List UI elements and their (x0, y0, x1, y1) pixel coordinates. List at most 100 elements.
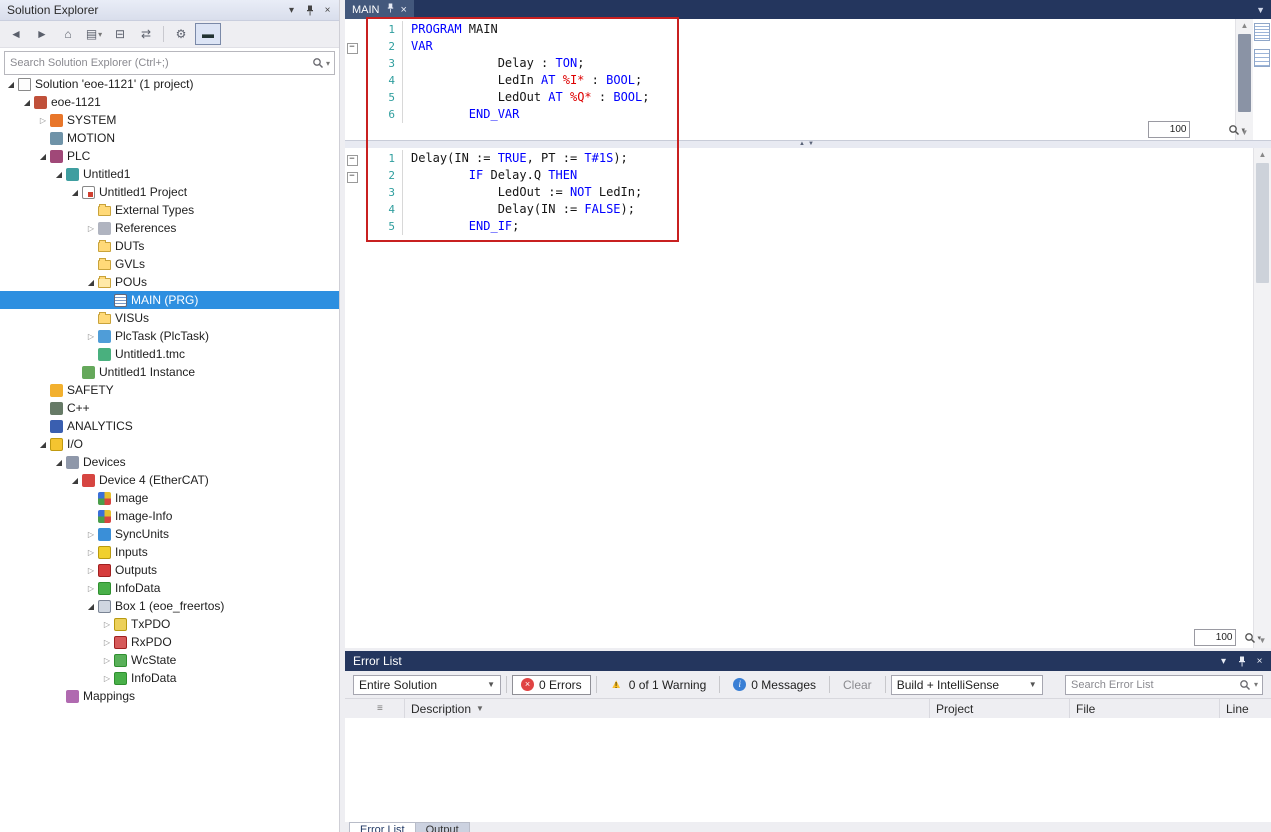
tree-item-rxpdo[interactable]: ▷RxPDO (0, 633, 339, 651)
code-line[interactable]: −2 IF Delay.Q THEN (345, 167, 1251, 184)
code-line[interactable]: 5 LedOut AT %Q* : BOOL; (345, 89, 1251, 106)
expand-arrow-icon[interactable]: ▷ (84, 548, 98, 557)
expand-arrow-icon[interactable]: ▷ (84, 566, 98, 575)
tree-item-infodata[interactable]: ▷InfoData (0, 579, 339, 597)
tree-item-txpdo[interactable]: ▷TxPDO (0, 615, 339, 633)
scroll-thumb[interactable] (1238, 34, 1251, 112)
bottom-tab-output[interactable]: Output (416, 822, 470, 832)
home-icon[interactable]: ⌂ (56, 24, 80, 44)
search-icon[interactable] (1236, 679, 1254, 691)
errors-toggle[interactable]: × 0 Errors (512, 675, 591, 695)
expand-arrow-icon[interactable]: ▷ (84, 224, 98, 233)
error-search-input[interactable] (1066, 679, 1236, 691)
zoom-level-field[interactable]: 100 (1148, 121, 1190, 138)
code-line[interactable]: 4 Delay(IN := FALSE); (345, 201, 1251, 218)
tree-item-image[interactable]: Image (0, 489, 339, 507)
tree-item-c[interactable]: C++ (0, 399, 339, 417)
tree-item-syncunits[interactable]: ▷SyncUnits (0, 525, 339, 543)
tree-item-duts[interactable]: DUTs (0, 237, 339, 255)
scope-combo[interactable]: Entire Solution▼ (353, 675, 501, 695)
search-options-chevron-icon[interactable]: ▾ (1254, 680, 1262, 689)
collapse-all-icon[interactable]: ⊟ (108, 24, 132, 44)
scroll-up-icon[interactable]: ▲ (1254, 148, 1271, 162)
tree-item-external-types[interactable]: External Types (0, 201, 339, 219)
tree-item-plctask-plctask[interactable]: ▷PlcTask (PlcTask) (0, 327, 339, 345)
tree-item-mappings[interactable]: Mappings (0, 687, 339, 705)
tree-item-devices[interactable]: ◢Devices (0, 453, 339, 471)
code-line[interactable]: 3 Delay : TON; (345, 55, 1251, 72)
filter-combo[interactable]: Build + IntelliSense▼ (891, 675, 1043, 695)
close-icon[interactable]: × (401, 4, 407, 16)
column-project[interactable]: Project (930, 699, 1070, 718)
collapse-arrow-icon[interactable]: ◢ (84, 278, 98, 287)
collapse-arrow-icon[interactable]: ◢ (4, 80, 18, 89)
implementation-code[interactable]: −1Delay(IN := TRUE, PT := T#1S);−2 IF De… (345, 150, 1251, 648)
show-all-files-icon[interactable]: ▤▾ (82, 24, 106, 44)
tree-item-solution-eoe-1121-1-project[interactable]: ◢Solution 'eoe-1121' (1 project) (0, 75, 339, 93)
collapse-arrow-icon[interactable]: ◢ (84, 602, 98, 611)
declaration-editor[interactable]: 1PROGRAM MAIN−2VAR3 Delay : TON;4 LedIn … (345, 19, 1271, 141)
close-icon[interactable]: × (1252, 654, 1267, 669)
tree-item-wcstate[interactable]: ▷WcState (0, 651, 339, 669)
back-icon[interactable]: ◄ (4, 24, 28, 44)
collapse-arrow-icon[interactable]: ◢ (20, 98, 34, 107)
code-line[interactable]: 1PROGRAM MAIN (345, 21, 1251, 38)
tree-item-box-1-eoe-freertos[interactable]: ◢Box 1 (eoe_freertos) (0, 597, 339, 615)
forward-icon[interactable]: ► (30, 24, 54, 44)
declaration-code[interactable]: 1PROGRAM MAIN−2VAR3 Delay : TON;4 LedIn … (345, 21, 1251, 140)
severity-order-icon[interactable]: ≡ (371, 699, 405, 718)
tree-item-image-info[interactable]: Image-Info (0, 507, 339, 525)
zoom-icon[interactable]: ▾ (1228, 124, 1245, 136)
expand-arrow-icon[interactable]: ▷ (100, 674, 114, 683)
splitter-arrows-icon[interactable]: ▲▼ (799, 141, 817, 147)
tree-item-outputs[interactable]: ▷Outputs (0, 561, 339, 579)
fold-collapse-icon[interactable]: − (345, 150, 359, 167)
tree-item-gvls[interactable]: GVLs (0, 255, 339, 273)
messages-toggle[interactable]: i 0 Messages (725, 675, 824, 695)
window-position-chevron-icon[interactable]: ▾ (284, 3, 299, 18)
zoom-icon[interactable]: ▾ (1244, 632, 1261, 644)
tree-item-system[interactable]: ▷SYSTEM (0, 111, 339, 129)
column-description[interactable]: Description▼ (405, 699, 930, 718)
tabular-view-icon[interactable] (1254, 49, 1270, 67)
zoom-level-field[interactable]: 100 (1194, 629, 1236, 646)
expand-arrow-icon[interactable]: ▷ (36, 116, 50, 125)
collapse-arrow-icon[interactable]: ◢ (68, 476, 82, 485)
tree-item-i-o[interactable]: ◢I/O (0, 435, 339, 453)
implementation-scrollbar[interactable]: ▲ ▼ (1253, 148, 1271, 648)
tree-item-motion[interactable]: MOTION (0, 129, 339, 147)
properties-icon[interactable]: ⚙ (169, 24, 193, 44)
collapse-arrow-icon[interactable]: ◢ (52, 458, 66, 467)
collapse-arrow-icon[interactable]: ◢ (68, 188, 82, 197)
expand-arrow-icon[interactable]: ▷ (84, 530, 98, 539)
tree-item-inputs[interactable]: ▷Inputs (0, 543, 339, 561)
search-icon[interactable] (310, 57, 326, 69)
pin-icon[interactable] (302, 3, 317, 18)
textual-view-icon[interactable] (1254, 23, 1270, 41)
tree-item-untitled1[interactable]: ◢Untitled1 (0, 165, 339, 183)
collapse-arrow-icon[interactable]: ◢ (36, 152, 50, 161)
expand-arrow-icon[interactable]: ▷ (100, 656, 114, 665)
scroll-thumb[interactable] (1256, 163, 1269, 283)
tree-item-untitled1-project[interactable]: ◢Untitled1 Project (0, 183, 339, 201)
implementation-editor[interactable]: −1Delay(IN := TRUE, PT := T#1S);−2 IF De… (345, 148, 1271, 648)
tree-item-references[interactable]: ▷References (0, 219, 339, 237)
fold-collapse-icon[interactable]: − (345, 38, 359, 55)
tree-item-main-prg[interactable]: MAIN (PRG) (0, 291, 339, 309)
search-options-chevron-icon[interactable]: ▾ (326, 59, 334, 68)
column-file[interactable]: File (1070, 699, 1220, 718)
tree-item-pous[interactable]: ◢POUs (0, 273, 339, 291)
tree-item-untitled1-tmc[interactable]: Untitled1.tmc (0, 345, 339, 363)
tree-item-device-4-ethercat[interactable]: ◢Device 4 (EtherCAT) (0, 471, 339, 489)
collapse-arrow-icon[interactable]: ◢ (52, 170, 66, 179)
expand-arrow-icon[interactable]: ▷ (100, 620, 114, 629)
code-line[interactable]: 6 END_VAR (345, 106, 1251, 123)
close-icon[interactable]: × (320, 3, 335, 18)
tree-item-infodata[interactable]: ▷InfoData (0, 669, 339, 687)
collapse-arrow-icon[interactable]: ◢ (36, 440, 50, 449)
expand-arrow-icon[interactable]: ▷ (84, 332, 98, 341)
search-input[interactable] (5, 57, 310, 69)
error-list-body[interactable] (345, 718, 1271, 822)
window-position-chevron-icon[interactable]: ▾ (1216, 654, 1231, 669)
code-line[interactable]: 3 LedOut := NOT LedIn; (345, 184, 1251, 201)
